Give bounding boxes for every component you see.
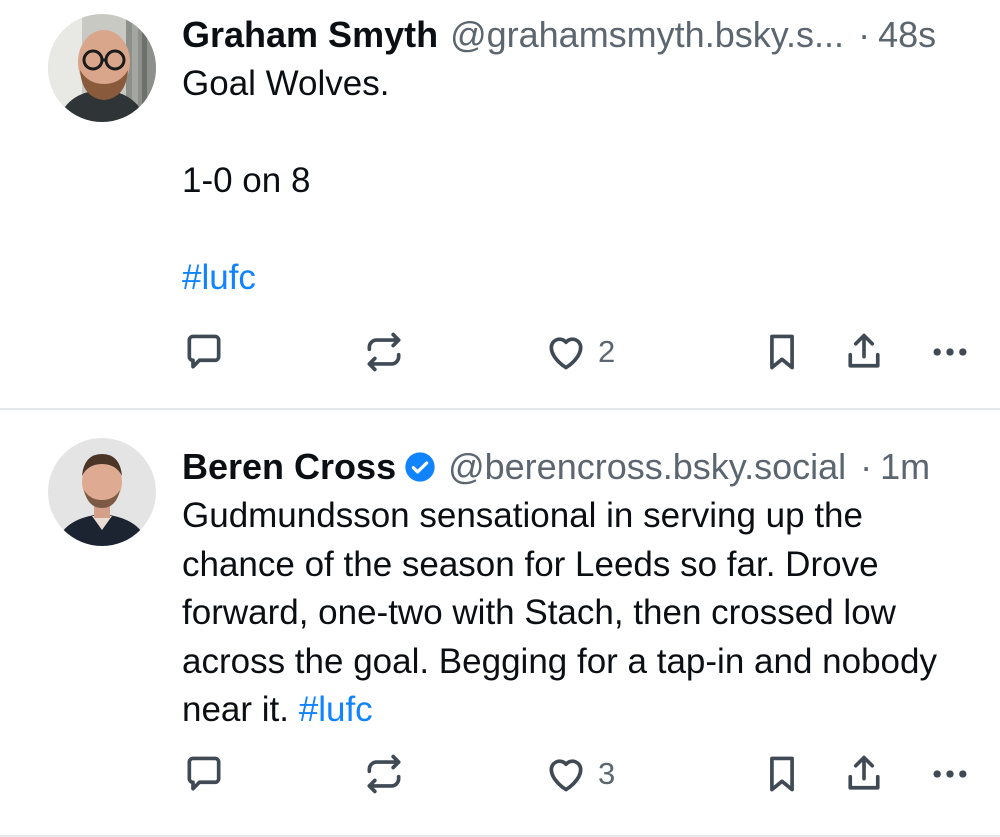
hashtag-link[interactable]: #lufc (299, 690, 373, 729)
avatar-image (48, 14, 156, 122)
like-button[interactable]: 3 (544, 749, 615, 799)
share-button[interactable] (842, 327, 886, 377)
reply-icon (187, 334, 221, 369)
repost-icon (367, 332, 401, 372)
post-header: Beren Cross @berencross.bsky.social · 1m (182, 444, 980, 490)
like-count: 2 (598, 334, 616, 369)
verified-icon (405, 452, 435, 482)
author-name[interactable]: Graham Smyth (182, 12, 438, 58)
like-count: 3 (598, 756, 616, 791)
bookmark-icon (770, 334, 794, 370)
like-icon (549, 337, 583, 370)
reply-button[interactable] (182, 749, 226, 799)
post-body: Goal Wolves. 1-0 on 8 (182, 64, 390, 200)
repost-button[interactable] (362, 327, 406, 377)
more-options-button[interactable] (928, 749, 972, 799)
share-icon (848, 333, 880, 368)
avatar[interactable] (48, 14, 156, 122)
post-text: Goal Wolves. 1-0 on 8 #lufc (182, 60, 980, 303)
more-icon (933, 770, 967, 778)
separator: · (860, 446, 873, 487)
hashtag-link[interactable]: #lufc (182, 258, 256, 297)
bookmark-icon (770, 756, 794, 792)
post-header: Graham Smyth @grahamsmyth.bsky.s... · 48… (182, 12, 980, 58)
bookmark-button[interactable] (760, 749, 804, 799)
reply-icon (187, 756, 221, 791)
share-icon (848, 755, 880, 790)
feed-post[interactable]: Graham Smyth @grahamsmyth.bsky.s... · 48… (0, 0, 1000, 410)
author-handle[interactable]: @grahamsmyth.bsky.s... (450, 12, 844, 58)
verified-badge (404, 451, 436, 483)
post-time[interactable]: 48s (878, 12, 936, 58)
repost-icon (367, 754, 401, 794)
post-actions: 3 (182, 749, 972, 799)
reply-button[interactable] (182, 327, 226, 377)
separator: · (858, 14, 871, 55)
avatar-image (48, 438, 156, 546)
repost-button[interactable] (362, 749, 406, 799)
share-button[interactable] (842, 749, 886, 799)
more-icon (933, 348, 967, 356)
like-icon (549, 759, 583, 792)
more-options-button[interactable] (928, 327, 972, 377)
post-body: Gudmundsson sensational in serving up th… (182, 496, 947, 729)
author-handle[interactable]: @berencross.bsky.social (448, 444, 846, 490)
bookmark-button[interactable] (760, 327, 804, 377)
like-button[interactable]: 2 (544, 327, 615, 377)
post-actions: 2 (182, 327, 972, 377)
post-text: Gudmundsson sensational in serving up th… (182, 492, 980, 735)
post-time[interactable]: 1m (880, 444, 930, 490)
author-name[interactable]: Beren Cross (182, 444, 396, 490)
avatar[interactable] (48, 438, 156, 546)
feed-post[interactable]: Beren Cross @berencross.bsky.social · 1m… (0, 410, 1000, 837)
